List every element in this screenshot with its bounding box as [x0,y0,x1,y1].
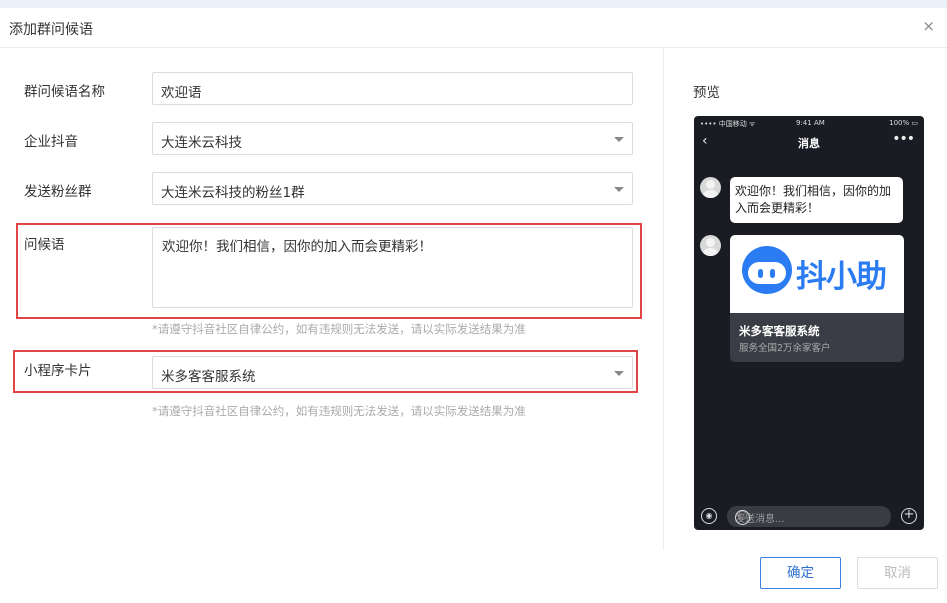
card-description: 服务全国2万余家客户 [739,343,831,354]
confirm-button[interactable]: 确定 [760,557,841,589]
greeting-hint: *请遵守抖音社区自律公约，如有违规则无法发送，请以实际发送结果为准 [152,322,526,336]
phone-nav-title: 消息 [798,137,820,150]
carrier-text: •••• 中国移动 ᯤ [700,120,756,128]
account-select-value: 大连米云科技 [161,135,242,151]
chat-bubble: 欢迎你！我们相信，因你的加入而会更精彩！ [730,177,903,223]
robot-eye [758,269,763,278]
group-select[interactable]: 大连米云科技的粉丝1群 [152,172,633,205]
account-label: 企业抖音 [24,134,78,150]
preview-label: 预览 [693,85,720,101]
greeting-textarea[interactable]: 欢迎你！我们相信，因你的加入而会更精彩！ [152,227,633,308]
card-brand: 抖小助 [796,259,887,295]
emoji-icon: ☺ [735,510,750,525]
cancel-button[interactable]: 取消 [857,557,938,589]
name-input-value: 欢迎语 [161,85,202,101]
robot-eye [770,269,775,278]
vertical-divider [663,48,664,550]
robot-logo-icon [742,246,792,294]
add-greeting-dialog: 添加群问候语 × 群问候语名称 欢迎语 企业抖音 大连米云科技 发送粉丝群 大连… [0,8,947,603]
phone-input-bar: ◉ 发送消息... ☺ + [694,502,924,530]
group-select-value: 大连米云科技的粉丝1群 [161,185,305,201]
status-time: 9:41 AM [796,119,825,127]
greeting-label: 问候语 [24,237,65,253]
miniprogram-select[interactable]: 米多客客服系统 [152,356,633,389]
card-cover: 抖小助 [730,235,904,313]
more-icon: ••• [892,131,915,147]
phone-preview: •••• 中国移动 ᯤ 9:41 AM 100% ▭ ‹ 消息 ••• 欢迎你！… [694,116,924,530]
close-icon[interactable]: × [922,17,935,35]
greeting-textarea-value: 欢迎你！我们相信，因你的加入而会更精彩！ [162,239,432,255]
miniprogram-hint: *请遵守抖音社区自律公约，如有违规则无法发送，请以实际发送结果为准 [152,404,526,418]
miniprogram-card: 抖小助 米多客客服系统 服务全国2万余家客户 [730,235,904,362]
miniprogram-select-value: 米多客客服系统 [161,369,256,385]
avatar [700,235,721,256]
avatar [700,177,721,198]
battery-text: 100% ▭ [889,119,918,127]
message-input: 发送消息... ☺ [727,506,891,527]
dialog-title: 添加群问候语 [9,22,93,38]
group-label: 发送粉丝群 [24,184,92,200]
account-select[interactable]: 大连米云科技 [152,122,633,155]
page-top-strip [0,0,947,8]
phone-status-bar: •••• 中国移动 ᯤ 9:41 AM 100% ▭ [694,116,924,130]
chevron-down-icon [614,187,624,192]
dialog-header: 添加群问候语 × [0,8,947,48]
name-input[interactable]: 欢迎语 [152,72,633,105]
card-title: 米多客客服系统 [739,324,820,338]
name-label: 群问候语名称 [24,84,105,100]
miniprogram-label: 小程序卡片 [24,363,92,379]
phone-nav-bar: ‹ 消息 ••• [694,130,924,156]
chevron-down-icon [614,137,624,142]
chevron-down-icon [614,371,624,376]
voice-icon: ◉ [701,508,717,524]
plus-icon: + [901,508,917,524]
